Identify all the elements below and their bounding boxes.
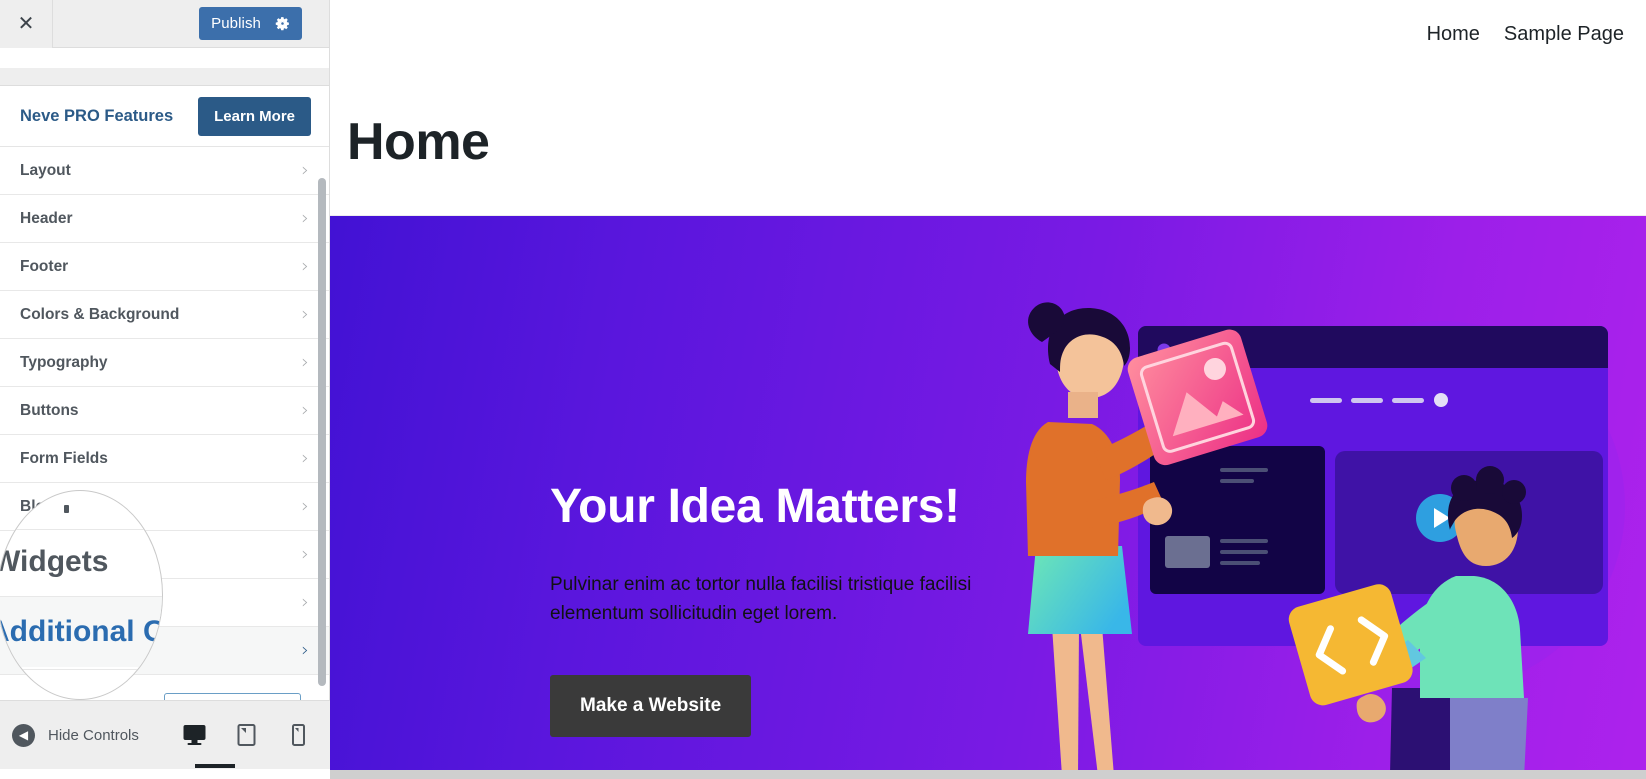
chevron-right-icon: › — [301, 639, 309, 661]
hide-controls-label: Hide Controls — [48, 726, 139, 744]
selected-device-indicator — [195, 764, 235, 768]
chevron-right-icon: › — [301, 255, 309, 277]
hide-controls-button[interactable]: ◀ Hide Controls — [0, 723, 139, 747]
publish-button[interactable]: Publish — [199, 7, 302, 40]
customizer-panel-list: Neve PRO Features Learn More Layout › He… — [0, 86, 329, 700]
page-title: Home — [347, 112, 490, 171]
chevron-right-icon: › — [301, 447, 309, 469]
sidebar-bottom-strip — [0, 769, 330, 779]
chevron-right-icon: › — [301, 159, 309, 181]
hero-section: Your Idea Matters! Pulvinar enim ac tort… — [330, 216, 1646, 779]
sidebar-item-label: Menus — [20, 593, 70, 611]
sidebar-scrollbar[interactable] — [318, 178, 326, 686]
documentation-button[interactable]: Documentation — [164, 693, 301, 700]
sidebar-item-footer[interactable]: Footer › — [0, 243, 329, 291]
sidebar-item-colors-background[interactable]: Colors & Background › — [0, 291, 329, 339]
customizer-header: ✕ Publish — [0, 0, 329, 48]
sidebar-item-form-fields[interactable]: Form Fields › — [0, 435, 329, 483]
sidebar-item-label: Footer — [20, 257, 69, 275]
preview-horizontal-scrollbar[interactable] — [330, 770, 1646, 779]
gear-icon[interactable] — [275, 16, 290, 31]
sidebar-item-widgets[interactable]: Widgets › — [0, 531, 329, 579]
sidebar-item-label: Blog — [20, 497, 55, 515]
chevron-right-icon: › — [301, 351, 309, 373]
sidebar-item-label: Colors & Background — [20, 305, 180, 323]
hero-title: Your Idea Matters! — [550, 480, 960, 533]
customizer-section-divider — [0, 68, 329, 86]
chevron-right-icon: › — [301, 495, 309, 517]
customizer-sidebar: ✕ Publish Neve PRO Features Learn More L… — [0, 0, 330, 779]
hero-copy: Your Idea Matters! Pulvinar enim ac tort… — [550, 480, 1020, 737]
sidebar-item-typography[interactable]: Typography › — [0, 339, 329, 387]
sidebar-item-label: Layout — [20, 161, 71, 179]
hero-subtitle: Pulvinar enim ac tortor nulla facilisi t… — [550, 573, 972, 625]
chevron-right-icon: › — [301, 399, 309, 421]
documentation-row: Documentation — [0, 675, 329, 700]
sidebar-item-header[interactable]: Header › — [0, 195, 329, 243]
learn-more-button[interactable]: Learn More — [198, 96, 311, 136]
sidebar-item-blog[interactable]: Blog › — [0, 483, 329, 531]
sidebar-item-label: Buttons — [20, 401, 79, 419]
sidebar-item-additional-css[interactable]: Additional CSS › — [0, 627, 329, 675]
sidebar-item-label: Typography — [20, 353, 108, 371]
sidebar-item-layout[interactable]: Layout › — [0, 147, 329, 195]
sidebar-item-buttons[interactable]: Buttons › — [0, 387, 329, 435]
publish-button-label: Publish — [211, 15, 261, 32]
close-icon: ✕ — [17, 12, 35, 35]
tablet-preview-icon[interactable] — [232, 721, 260, 749]
sidebar-item-label: Additional CSS — [20, 641, 132, 659]
site-primary-nav: Home Sample Page — [330, 0, 1646, 68]
mobile-preview-icon[interactable] — [284, 721, 312, 749]
sidebar-item-label: Header — [20, 209, 73, 227]
customizer-info-row — [0, 48, 329, 68]
page-title-area: Home — [330, 68, 1646, 216]
nav-link-home[interactable]: Home — [1427, 23, 1480, 46]
website-builder-illustration — [1020, 246, 1646, 779]
customizer-bottom-bar: ◀ Hide Controls — [0, 700, 330, 769]
chevron-right-icon: › — [301, 207, 309, 229]
hero-cta-button[interactable]: Make a Website — [550, 674, 752, 737]
sidebar-item-label: Widgets — [20, 545, 81, 563]
chevron-right-icon: › — [301, 543, 309, 565]
chevron-right-icon: › — [301, 303, 309, 325]
sidebar-item-label: Form Fields — [20, 449, 108, 467]
chevron-left-icon: ◀ — [12, 723, 35, 747]
neve-pro-features-label: Neve PRO Features — [20, 106, 174, 125]
neve-pro-features-row: Neve PRO Features Learn More — [0, 86, 329, 147]
device-preview-group — [180, 721, 330, 749]
desktop-preview-icon[interactable] — [180, 721, 208, 749]
sidebar-item-menus[interactable]: Menus › — [0, 579, 329, 627]
nav-link-sample-page[interactable]: Sample Page — [1504, 23, 1624, 46]
site-preview-frame: Home Sample Page Home Your Idea Matters!… — [330, 0, 1646, 779]
close-customizer-button[interactable]: ✕ — [0, 0, 53, 48]
chevron-right-icon: › — [301, 591, 309, 613]
